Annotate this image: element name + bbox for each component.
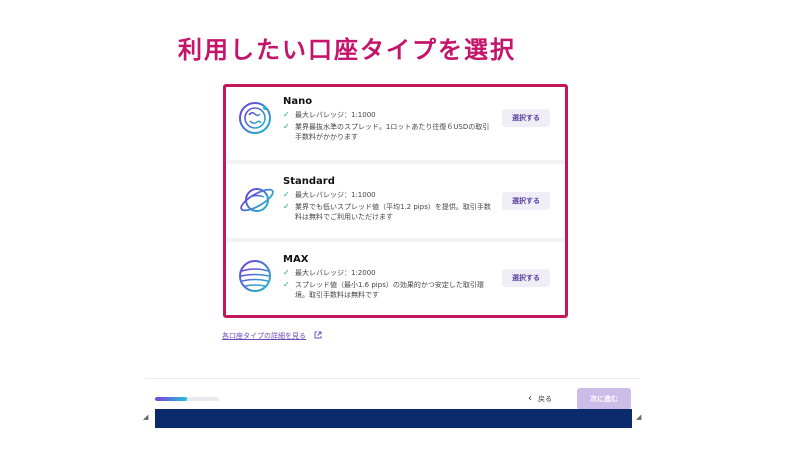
- corner-mark-left: ◢: [143, 413, 149, 421]
- chevron-left-icon: ‹: [528, 393, 532, 404]
- back-button[interactable]: ‹ 戻る: [528, 392, 552, 406]
- footer-divider: [145, 378, 640, 379]
- external-link-icon[interactable]: [314, 331, 322, 339]
- bottom-bar: [155, 409, 632, 428]
- progress-fill: [155, 397, 187, 401]
- back-label: 戻る: [538, 395, 552, 403]
- next-button[interactable]: 次に進む: [577, 388, 631, 410]
- highlight-frame: [223, 84, 568, 318]
- account-details-link[interactable]: 各口座タイプの詳細を見る: [222, 331, 306, 341]
- progress-bar: [155, 397, 219, 401]
- corner-mark-right: ◢: [636, 413, 642, 421]
- page-headline: 利用したい口座タイプを選択: [178, 36, 516, 64]
